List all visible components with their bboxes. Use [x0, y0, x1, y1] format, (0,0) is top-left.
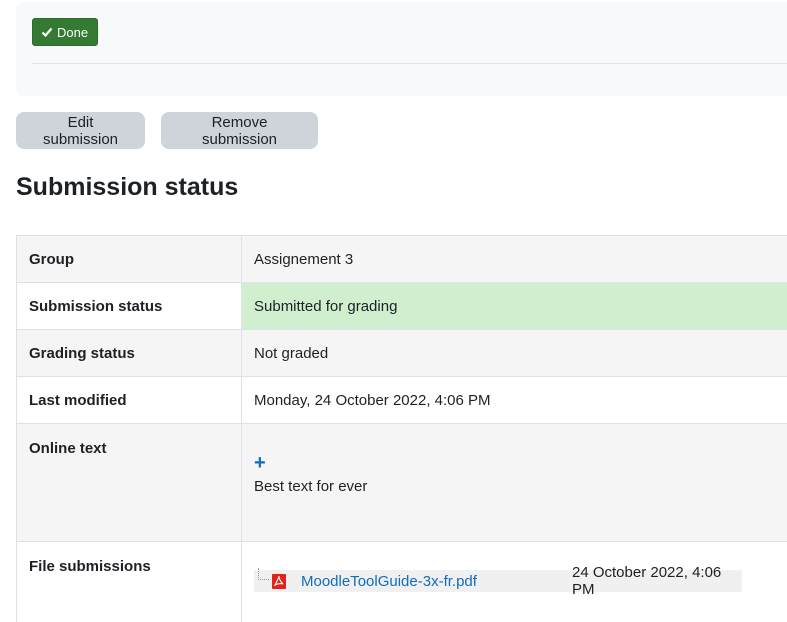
row-label-file-submissions: File submissions — [17, 542, 242, 622]
table-row: Group Assignement 3 — [17, 236, 787, 283]
row-label-last-modified: Last modified — [17, 377, 242, 424]
online-text-cell: + Best text for ever — [242, 424, 787, 542]
table-row: Last modified Monday, 24 October 2022, 4… — [17, 377, 787, 424]
tree-connector — [258, 568, 269, 580]
activity-completion-panel: Done — [16, 2, 787, 96]
table-row: Online text + Best text for ever — [17, 424, 787, 542]
table-row: Submission status Submitted for grading — [17, 283, 787, 330]
plus-icon[interactable]: + — [254, 454, 787, 472]
file-link[interactable]: MoodleToolGuide-3x-fr.pdf — [301, 573, 477, 590]
row-label-online-text: Online text — [17, 424, 242, 542]
group-value: Assignement 3 — [242, 236, 787, 283]
page-title: Submission status — [16, 173, 238, 202]
remove-submission-button[interactable]: Remove submission — [161, 112, 318, 149]
file-date: 24 October 2022, 4:06 PM — [572, 564, 742, 598]
submission-status-table: Group Assignement 3 Submission status Su… — [16, 235, 787, 622]
row-label-group: Group — [17, 236, 242, 283]
file-tree-item: MoodleToolGuide-3x-fr.pdf 24 October 202… — [254, 570, 742, 592]
row-label-grading-status: Grading status — [17, 330, 242, 377]
row-label-submission-status: Submission status — [17, 283, 242, 330]
checkmark-icon — [41, 26, 53, 38]
submission-status-value: Submitted for grading — [242, 283, 787, 330]
table-row: File submissions MoodleToolGuide-3x-fr.p… — [17, 542, 787, 622]
grading-status-value: Not graded — [242, 330, 787, 377]
pdf-icon — [271, 573, 287, 590]
done-label: Done — [57, 25, 88, 40]
done-badge: Done — [32, 18, 98, 46]
edit-submission-button[interactable]: Edit submission — [16, 112, 145, 149]
file-submissions-cell: MoodleToolGuide-3x-fr.pdf 24 October 202… — [242, 542, 787, 622]
last-modified-value: Monday, 24 October 2022, 4:06 PM — [242, 377, 787, 424]
panel-divider — [32, 63, 787, 64]
table-row: Grading status Not graded — [17, 330, 787, 377]
online-text-value: Best text for ever — [254, 478, 367, 495]
